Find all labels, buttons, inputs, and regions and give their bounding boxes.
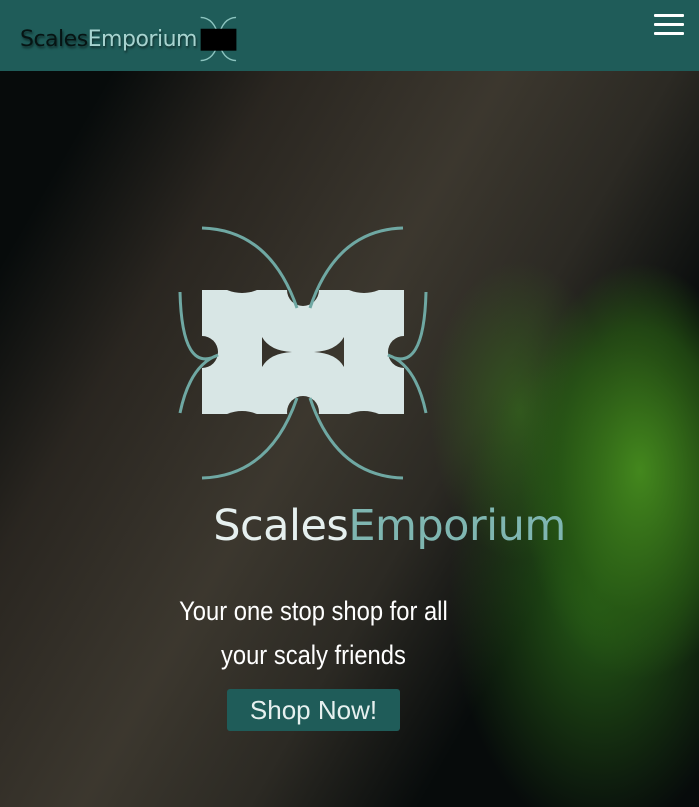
tagline-line-2: your scaly friends [220,640,406,670]
hamburger-menu-icon[interactable] [654,14,684,36]
hero-title: ScalesEmporium [0,501,699,551]
hero-title-part2: Emporium [348,501,566,551]
brand-name-part2: Emporium [87,26,198,52]
hero-tagline: Your one stop shop for all your scaly fr… [38,589,590,677]
tagline-line-1: Your one stop shop for all [179,596,448,626]
brand-name: ScalesEmporium [20,27,197,52]
hero-emblem-icon [178,226,428,480]
hero-title-part1: Scales [213,501,349,551]
shop-now-button[interactable]: Shop Now! [227,689,400,731]
brand-logo-link[interactable]: ScalesEmporium [20,16,241,62]
hero-section: ScalesEmporium Your one stop shop for al… [0,71,699,807]
brand-name-part1: Scales [20,26,88,52]
top-navbar: ScalesEmporium [0,0,699,71]
brand-emblem-icon [200,16,237,62]
